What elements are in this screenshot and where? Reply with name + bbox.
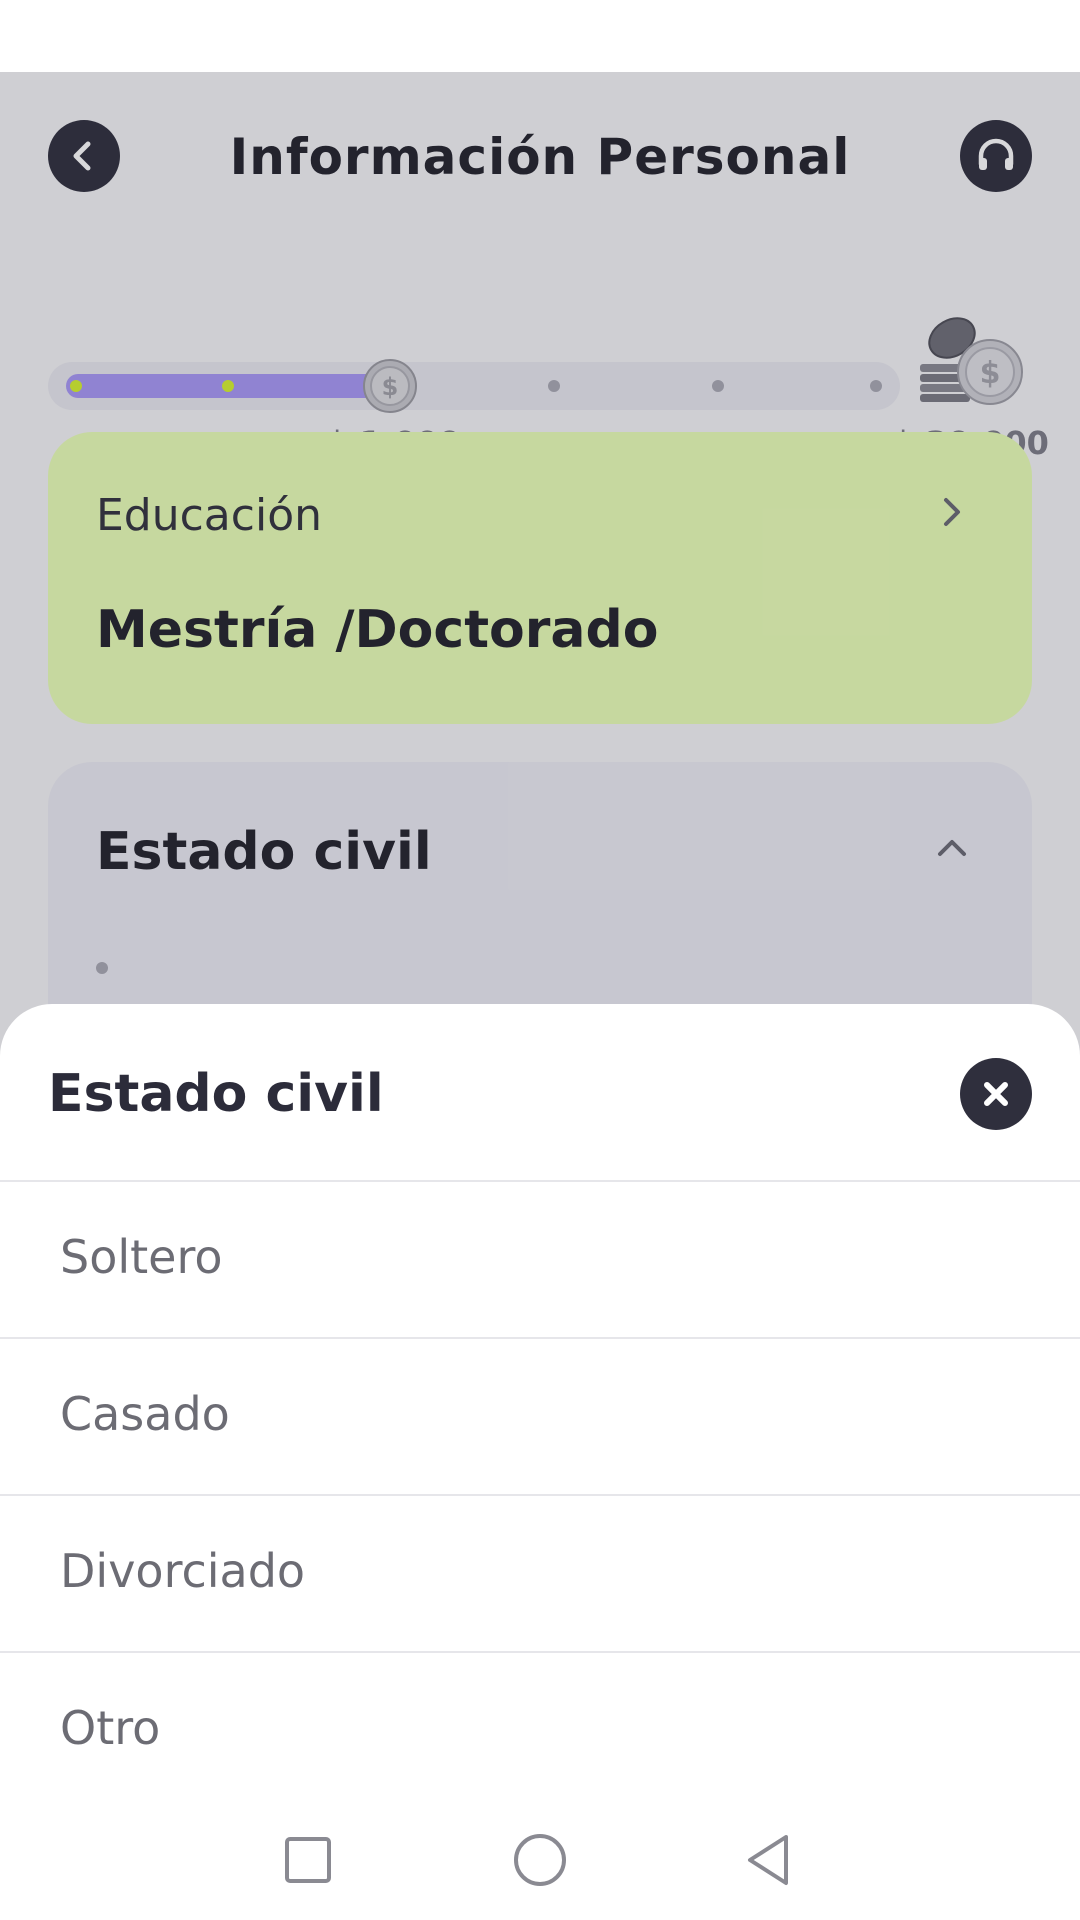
recents-button[interactable]: [270, 1822, 346, 1898]
square-icon: [285, 1837, 331, 1883]
option-soltero[interactable]: Soltero: [0, 1182, 1080, 1339]
triangle-back-icon: [748, 1835, 788, 1885]
sheet-title: Estado civil: [48, 1064, 384, 1124]
option-label: Casado: [60, 1387, 230, 1441]
close-button[interactable]: [960, 1058, 1032, 1130]
system-nav-bar: [0, 1800, 1080, 1920]
option-label: Otro: [60, 1701, 161, 1755]
home-button[interactable]: [502, 1822, 578, 1898]
option-casado[interactable]: Casado: [0, 1339, 1080, 1496]
civil-status-sheet: Estado civil Soltero Casado Divorciado O…: [0, 1004, 1080, 1920]
option-label: Soltero: [60, 1230, 223, 1284]
circle-icon: [514, 1834, 566, 1886]
option-label: Divorciado: [60, 1544, 306, 1598]
status-bar: [0, 0, 1080, 72]
option-otro[interactable]: Otro: [0, 1653, 1080, 1810]
option-divorciado[interactable]: Divorciado: [0, 1496, 1080, 1653]
back-nav-button[interactable]: [730, 1822, 806, 1898]
close-icon: [984, 1082, 1008, 1106]
